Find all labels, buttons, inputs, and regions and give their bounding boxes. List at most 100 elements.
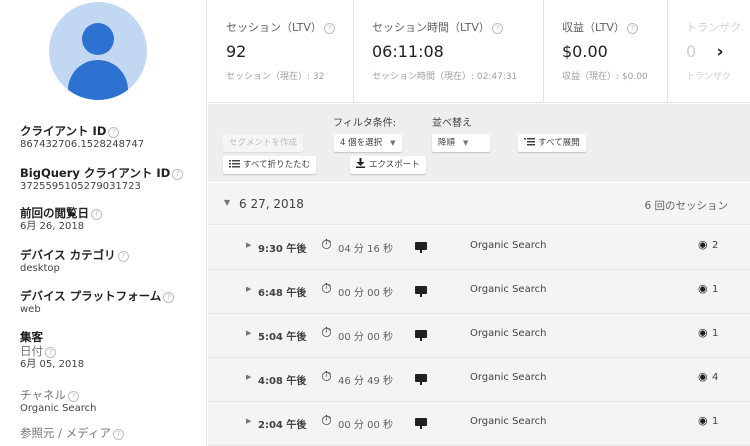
lifetime-metrics-bar: セッション（LTV）? 92 セッション（現在）: 32 セッション時間（LTV… [208, 0, 750, 103]
user-profile-sidebar: クライアント ID? 867432706.1528248747 BigQuery… [0, 0, 207, 446]
help-icon[interactable]: ? [491, 23, 503, 34]
last-seen-label: 前回の閲覧日 [20, 206, 89, 220]
collapse-list-icon [229, 160, 240, 168]
expand-list-icon [524, 138, 535, 146]
session-row[interactable]: ▶ 9:30 午後 ⏱ 04 分 16 秒 Organic Search ◉ 2 [208, 226, 750, 270]
caret-down-icon: ▼ [390, 139, 396, 147]
desktop-icon [415, 330, 427, 341]
pageview-count: 1 [712, 284, 719, 295]
expand-chevron-icon[interactable]: ▶ [246, 373, 251, 381]
metric-value: $0.00 [562, 42, 608, 61]
session-duration: 00 分 00 秒 [338, 288, 393, 299]
bq-client-id-field: BigQuery クライアント ID? 3725595105279031723 [20, 166, 184, 193]
device-platform-value: web [20, 304, 41, 315]
channel-value: Organic Search [20, 403, 97, 414]
next-metrics-button[interactable]: › [710, 40, 730, 64]
metric-label: セッション時間（LTV） [372, 21, 490, 34]
session-channel: Organic Search [470, 240, 547, 251]
pageview-count: 2 [712, 240, 719, 251]
metric-label: 収益（LTV） [562, 21, 625, 34]
session-time: 4:08 午後 [258, 376, 307, 387]
device-category-field: デバイス カテゴリ? desktop [20, 248, 129, 275]
expand-chevron-icon[interactable]: ▶ [246, 417, 251, 425]
acquisition-heading: 集客 [20, 330, 43, 344]
help-icon[interactable]: ? [67, 391, 79, 402]
download-icon [356, 158, 365, 168]
collapse-chevron-icon[interactable]: ▼ [224, 198, 230, 207]
metric-transactions: トランザク 0 トランザク [668, 0, 750, 103]
metric-value: 0 [686, 42, 697, 61]
session-row[interactable]: ▶ 6:48 午後 ⏱ 00 分 00 秒 Organic Search ◉ 1 [208, 270, 750, 314]
metric-session-duration: セッション時間（LTV）? 06:11:08 セッション時間（現在）: 02:4… [354, 0, 544, 103]
select-filter-dropdown[interactable]: 4 個を選択 ▼ [334, 134, 402, 152]
bq-client-id-value: 3725595105279031723 [20, 181, 141, 192]
session-row[interactable]: ▶ 4:08 午後 ⏱ 46 分 49 秒 Organic Search ◉ 4 [208, 358, 750, 402]
last-seen-field: 前回の閲覧日? 6月 26, 2018 [20, 206, 102, 233]
help-icon[interactable]: ? [163, 292, 175, 303]
session-row[interactable]: ▶ 5:04 午後 ⏱ 00 分 00 秒 Organic Search ◉ 1 [208, 314, 750, 358]
acquisition-section: 集客 日付? 6月 05, 2018 [20, 330, 84, 371]
metric-label: セッション（LTV） [226, 21, 322, 34]
help-icon[interactable]: ? [626, 23, 638, 34]
session-time: 5:04 午後 [258, 332, 307, 343]
client-id-label: クライアント ID [20, 124, 107, 138]
device-category-label: デバイス カテゴリ [20, 248, 116, 262]
session-channel: Organic Search [470, 416, 547, 427]
stopwatch-icon: ⏱ [321, 281, 332, 297]
expand-chevron-icon[interactable]: ▶ [246, 285, 251, 293]
help-icon[interactable]: ? [117, 251, 129, 262]
sort-order-label: 降順 [438, 138, 456, 148]
session-time: 6:48 午後 [258, 288, 307, 299]
session-row[interactable]: ▶ 2:04 午後 ⏱ 00 分 00 秒 Organic Search ◉ 1 [208, 402, 750, 446]
avatar-body [68, 60, 128, 100]
expand-chevron-icon[interactable]: ▶ [246, 329, 251, 337]
help-icon[interactable]: ? [172, 169, 184, 180]
help-icon[interactable]: ? [112, 429, 124, 440]
collapse-all-button[interactable]: すべて折りたたむ [223, 156, 317, 174]
pageview-count: 4 [712, 372, 719, 383]
filter-label: フィルタ条件: [333, 118, 397, 129]
desktop-icon [415, 374, 427, 385]
metric-value: 92 [226, 42, 247, 61]
stopwatch-icon: ⏱ [321, 237, 332, 253]
session-channel: Organic Search [470, 372, 547, 383]
expand-chevron-icon[interactable]: ▶ [246, 241, 251, 249]
client-id-field: クライアント ID? 867432706.1528248747 [20, 124, 144, 151]
metric-revenue: 収益（LTV）? $0.00 収益（現在）: $0.00 [544, 0, 668, 103]
help-icon[interactable]: ? [108, 127, 120, 138]
session-time: 2:04 午後 [258, 420, 307, 431]
channel-field: チャネル? Organic Search [20, 388, 96, 415]
help-icon[interactable]: ? [323, 23, 335, 34]
filter-toolbar: フィルタ条件: 並べ替え セグメントを作成 4 個を選択 ▼ 降順 ▼ すべて展開 … [208, 104, 750, 182]
create-segment-button[interactable]: セグメントを作成 [223, 134, 304, 152]
help-icon[interactable]: ? [45, 347, 56, 358]
desktop-icon [415, 242, 427, 253]
date-group-row[interactable]: ▼ 6 27, 2018 6 回のセッション [208, 183, 750, 225]
session-duration: 00 分 00 秒 [338, 332, 393, 343]
expand-all-label: すべて展開 [538, 138, 580, 148]
metric-sessions: セッション（LTV）? 92 セッション（現在）: 32 [208, 0, 354, 103]
metric-sub: セッション（現在）: 32 [226, 72, 325, 82]
export-label: エクスポート [369, 160, 420, 170]
session-duration: 04 分 16 秒 [338, 244, 393, 255]
stopwatch-icon: ⏱ [321, 325, 332, 341]
client-id-value: 867432706.1528248747 [20, 139, 145, 150]
date-value: 6月 05, 2018 [20, 359, 85, 370]
channel-label: チャネル [20, 388, 66, 402]
date-group-label: 6 27, 2018 [239, 197, 304, 211]
metric-sub: トランザク [686, 72, 732, 82]
session-count: 6 回のセッション [644, 200, 728, 212]
caret-down-icon: ▼ [463, 139, 469, 147]
session-duration: 46 分 49 秒 [338, 376, 393, 387]
eye-icon: ◉ [698, 282, 708, 295]
expand-all-button[interactable]: すべて展開 [518, 134, 586, 152]
last-seen-value: 6月 26, 2018 [20, 221, 85, 232]
device-category-value: desktop [20, 263, 60, 274]
eye-icon: ◉ [698, 238, 708, 251]
export-button[interactable]: エクスポート [350, 156, 426, 174]
eye-icon: ◉ [698, 326, 708, 339]
sort-order-dropdown[interactable]: 降順 ▼ [432, 134, 490, 152]
help-icon[interactable]: ? [91, 209, 102, 220]
metric-label: トランザク [686, 21, 741, 34]
select-filter-label: 4 個を選択 [340, 138, 383, 148]
